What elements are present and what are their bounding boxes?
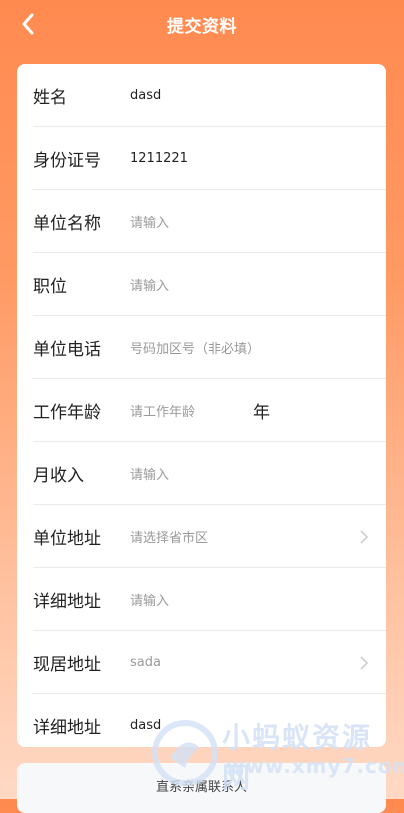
work-years-input[interactable]: 请工作年龄 — [130, 401, 195, 420]
form-row-company-name: 单位名称 请输入 — [33, 190, 386, 253]
field-label: 姓名 — [33, 87, 67, 108]
field-label: 单位地址 — [33, 528, 101, 549]
page-title: 提交资料 — [167, 17, 237, 37]
field-label: 详细地址 — [33, 717, 101, 738]
field-label: 现居地址 — [33, 654, 101, 675]
years-unit: 年 — [253, 402, 270, 423]
form-row-name: 姓名 dasd — [33, 64, 386, 127]
form-row-company-address[interactable]: 单位地址 请选择省市区 — [33, 505, 386, 568]
field-label: 职位 — [33, 276, 67, 297]
field-label: 详细地址 — [33, 591, 101, 612]
company-name-input[interactable]: 请输入 — [130, 212, 169, 231]
position-input[interactable]: 请输入 — [130, 275, 169, 294]
field-label: 身份证号 — [33, 150, 101, 171]
residence-region-select[interactable]: sada — [130, 655, 161, 670]
form-row-company-phone: 单位电话 号码加区号（非必填） — [33, 316, 386, 379]
company-detail-address-input[interactable]: 请输入 — [130, 590, 169, 609]
chevron-right-icon — [360, 656, 369, 670]
chevron-right-icon — [360, 530, 369, 544]
form-row-company-detail-address: 详细地址 请输入 — [33, 568, 386, 631]
residence-detail-address-input[interactable]: dasd — [130, 718, 161, 733]
header-bar: 提交资料 — [0, 0, 404, 48]
form-card: 姓名 dasd 身份证号 1211221 单位名称 请输入 职位 请输入 单位电… — [17, 64, 386, 747]
company-region-select[interactable]: 请选择省市区 — [130, 527, 208, 546]
field-label: 月收入 — [33, 465, 84, 486]
monthly-income-input[interactable]: 请输入 — [130, 464, 169, 483]
company-phone-input[interactable]: 号码加区号（非必填） — [130, 338, 260, 357]
field-label: 单位电话 — [33, 339, 101, 360]
form-row-residence-address[interactable]: 现居地址 sada — [33, 631, 386, 694]
form-row-work-years: 工作年龄 请工作年龄 年 — [33, 379, 386, 442]
contact-section: 直系亲属联系人 — [17, 763, 386, 813]
contact-section-title: 直系亲属联系人 — [155, 780, 247, 795]
field-label: 单位名称 — [33, 213, 101, 234]
form-row-residence-detail-address: 详细地址 dasd — [33, 694, 386, 747]
name-input[interactable]: dasd — [130, 88, 161, 103]
form-row-monthly-income: 月收入 请输入 — [33, 442, 386, 505]
field-label: 工作年龄 — [33, 402, 101, 423]
form-row-id-number: 身份证号 1211221 — [33, 127, 386, 190]
form-row-position: 职位 请输入 — [33, 253, 386, 316]
id-number-input[interactable]: 1211221 — [130, 151, 188, 166]
